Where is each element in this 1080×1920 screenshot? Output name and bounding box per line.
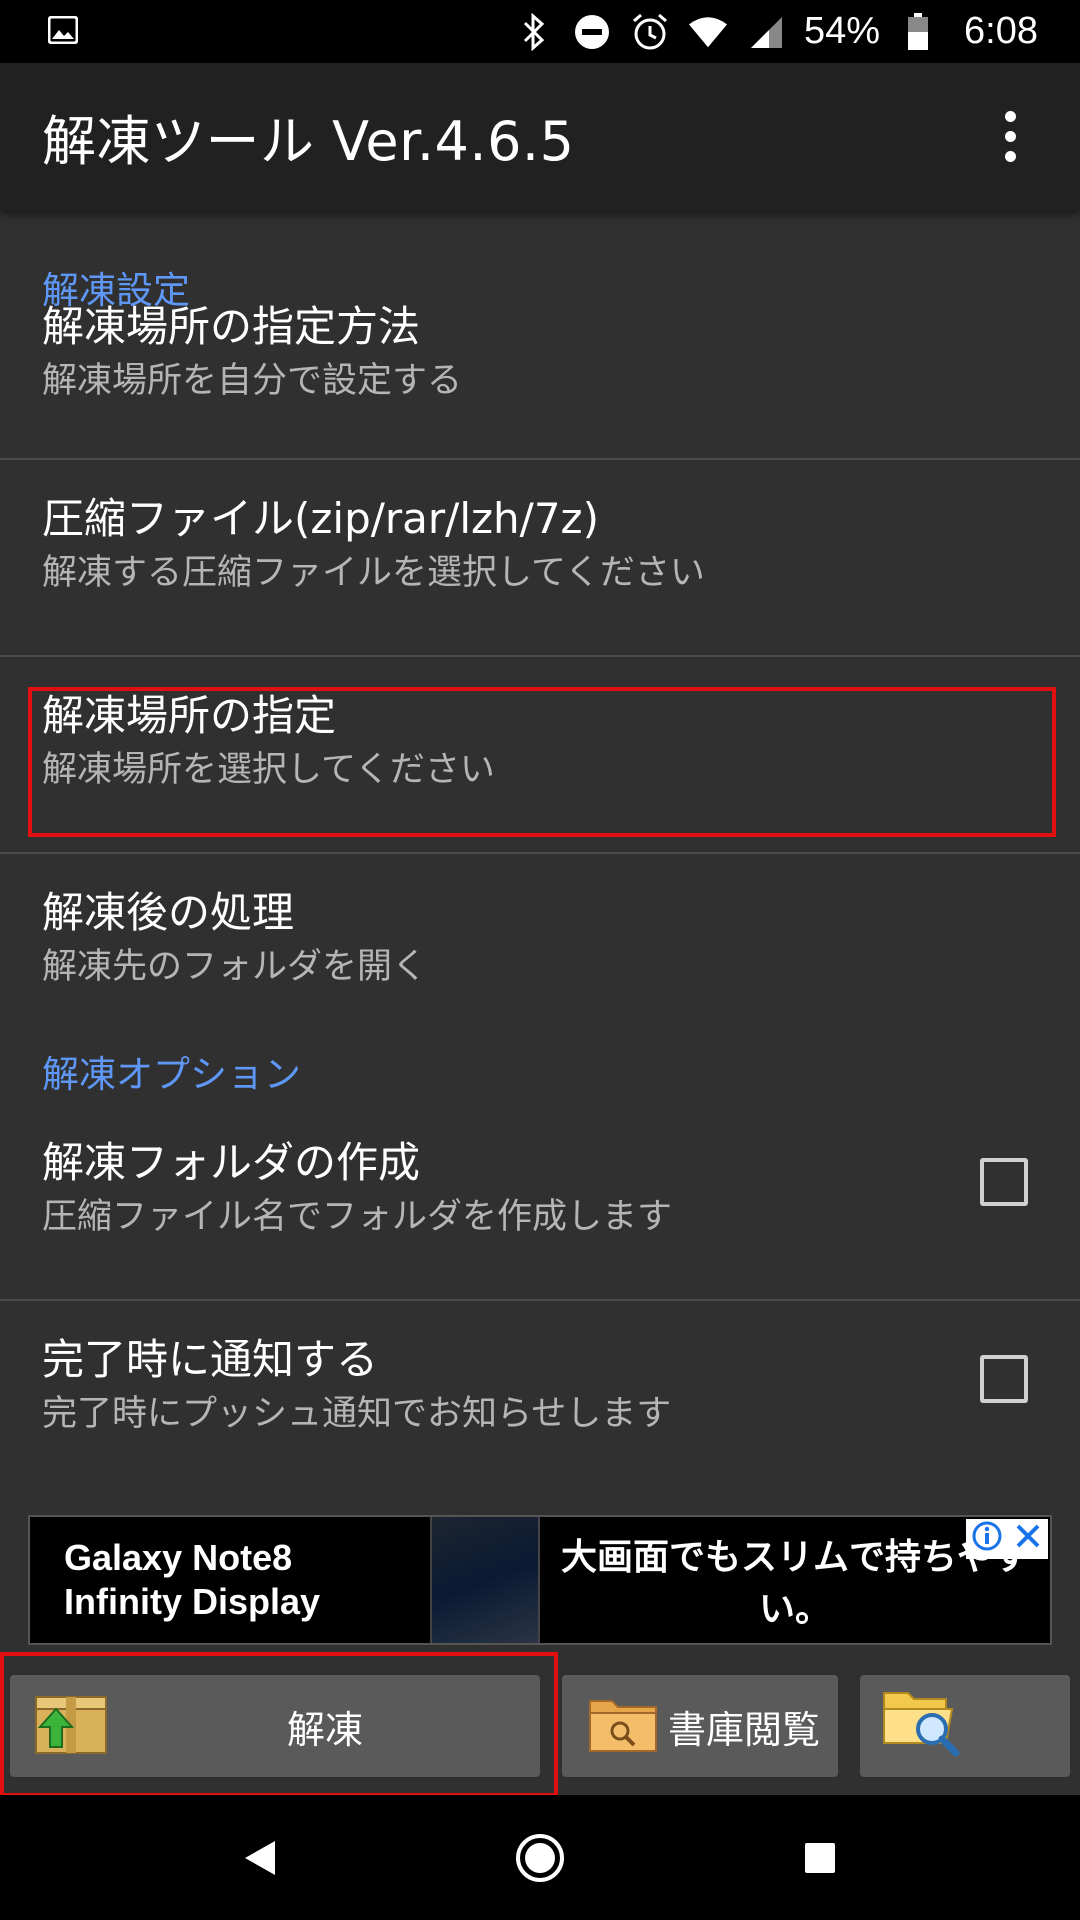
pref-summary: 解凍する圧縮ファイルを選択してください xyxy=(42,553,705,593)
folder-browse-button[interactable] xyxy=(860,1675,1070,1777)
ad-banner[interactable]: Galaxy Note8 Infinity Display 大画面でもスリムで持… xyxy=(28,1515,1052,1645)
ad-line1: Galaxy Note8 xyxy=(64,1537,293,1578)
home-icon[interactable] xyxy=(490,1808,590,1908)
pref-summary: 完了時にプッシュ通知でお知らせします xyxy=(42,1394,672,1434)
ad-info-icon[interactable] xyxy=(972,1521,1002,1558)
create-folder-checkbox[interactable] xyxy=(980,1158,1028,1206)
pref-extract-location-method[interactable]: 解凍場所の指定方法 解凍場所を自分で設定する xyxy=(0,298,1080,458)
more-vert-icon[interactable] xyxy=(980,97,1040,177)
extract-button-label: 解凍 xyxy=(286,1707,363,1752)
pref-archive-file[interactable]: 圧縮ファイル(zip/rar/lzh/7z) 解凍する圧縮ファイルを選択してくだ… xyxy=(0,460,1080,655)
ad-close-icon[interactable] xyxy=(1014,1522,1042,1557)
app-title: 解凍ツール Ver.4.6.5 xyxy=(42,110,575,173)
archive-extract-icon xyxy=(30,1687,110,1766)
folder-search-icon xyxy=(588,1691,658,1762)
bluetooth-icon xyxy=(514,12,554,52)
status-bar: 54% 6:08 xyxy=(0,0,1080,63)
image-icon xyxy=(47,15,79,48)
alarm-icon xyxy=(630,12,670,52)
ad-phone-image xyxy=(430,1517,540,1643)
ad-product-text: Galaxy Note8 Infinity Display xyxy=(30,1536,430,1624)
pref-title: 圧縮ファイル(zip/rar/lzh/7z) xyxy=(42,494,599,543)
ad-line2: Infinity Display xyxy=(64,1581,321,1622)
signal-icon xyxy=(746,12,786,52)
pref-summary: 解凍場所を自分で設定する xyxy=(42,361,463,401)
pref-title: 解凍後の処理 xyxy=(42,888,295,937)
notify-checkbox[interactable] xyxy=(980,1355,1028,1403)
back-icon[interactable] xyxy=(210,1808,310,1908)
pref-extract-location[interactable]: 解凍場所の指定 解凍場所を選択してください xyxy=(0,657,1080,852)
library-browse-label: 書庫閲覧 xyxy=(668,1707,821,1752)
recents-icon[interactable] xyxy=(770,1808,870,1908)
pref-create-folder[interactable]: 解凍フォルダの作成 圧縮ファイル名でフォルダを作成します xyxy=(0,1124,1080,1299)
folder-magnifier-icon xyxy=(882,1685,966,1768)
extract-button[interactable]: 解凍 xyxy=(10,1675,540,1777)
app-bar: 解凍ツール Ver.4.6.5 xyxy=(0,63,1080,210)
settings-list: 解凍設定 解凍場所の指定方法 解凍場所を自分で設定する 圧縮ファイル(zip/r… xyxy=(0,210,1080,1510)
pref-summary: 解凍場所を選択してください xyxy=(42,750,495,790)
pref-summary: 圧縮ファイル名でフォルダを作成します xyxy=(42,1197,673,1237)
pref-title: 完了時に通知する xyxy=(42,1335,379,1384)
section-header-extract-options: 解凍オプション xyxy=(42,1053,301,1096)
pref-notify-on-complete[interactable]: 完了時に通知する 完了時にプッシュ通知でお知らせします xyxy=(0,1301,1080,1496)
action-bar: 解凍 書庫閲覧 xyxy=(0,1650,1080,1797)
wifi-icon xyxy=(688,12,728,52)
pref-title: 解凍フォルダの作成 xyxy=(42,1138,421,1187)
pref-title: 解凍場所の指定方法 xyxy=(42,302,421,351)
navigation-bar xyxy=(0,1795,1080,1920)
library-browse-button[interactable]: 書庫閲覧 xyxy=(562,1675,838,1777)
pref-title: 解凍場所の指定 xyxy=(42,691,337,740)
clock: 6:08 xyxy=(964,10,1038,52)
battery-icon xyxy=(898,12,938,52)
pref-after-extract[interactable]: 解凍後の処理 解凍先のフォルダを開く xyxy=(0,854,1080,1014)
pref-summary: 解凍先のフォルダを開く xyxy=(42,947,428,987)
do-not-disturb-icon xyxy=(572,12,612,52)
ad-choices-badge[interactable] xyxy=(966,1519,1048,1559)
battery-percent: 54% xyxy=(803,10,881,52)
